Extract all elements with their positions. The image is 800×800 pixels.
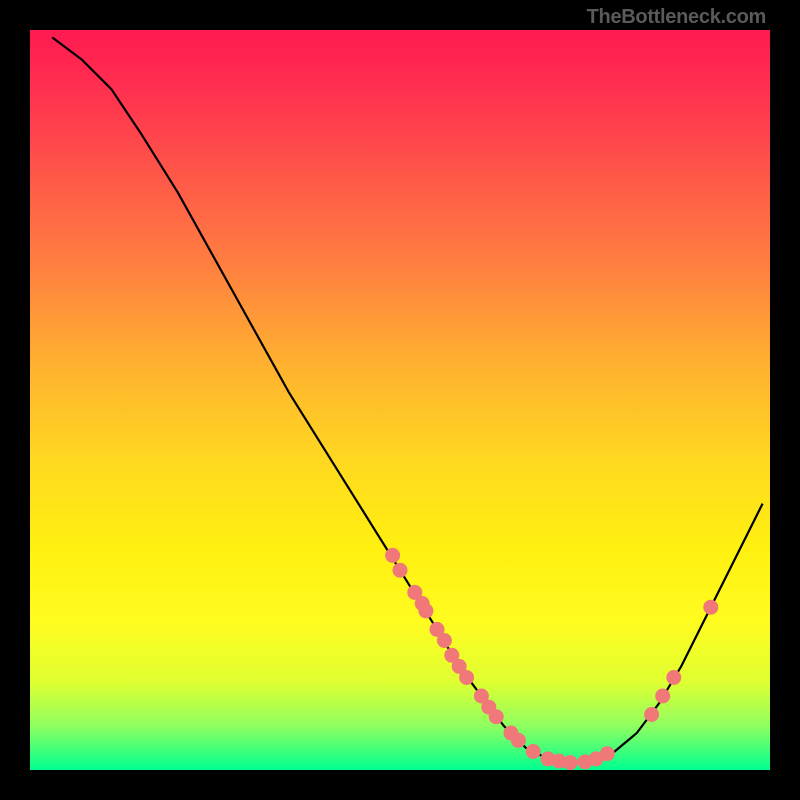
data-marker — [437, 633, 452, 648]
data-marker — [666, 670, 681, 685]
curve-path — [52, 37, 762, 762]
data-marker — [459, 670, 474, 685]
data-marker — [526, 744, 541, 759]
data-marker — [393, 563, 408, 578]
chart-container: TheBottleneck.com — [0, 0, 800, 800]
data-marker — [511, 733, 526, 748]
watermark-text: TheBottleneck.com — [587, 6, 766, 29]
data-marker — [644, 707, 659, 722]
data-marker — [418, 603, 433, 618]
chart-svg — [30, 30, 770, 770]
data-marker — [600, 746, 615, 761]
data-marker — [385, 548, 400, 563]
data-marker — [563, 755, 578, 770]
data-marker — [489, 709, 504, 724]
bottleneck-curve — [52, 37, 762, 762]
data-markers — [385, 548, 718, 770]
data-marker — [655, 689, 670, 704]
data-marker — [703, 600, 718, 615]
